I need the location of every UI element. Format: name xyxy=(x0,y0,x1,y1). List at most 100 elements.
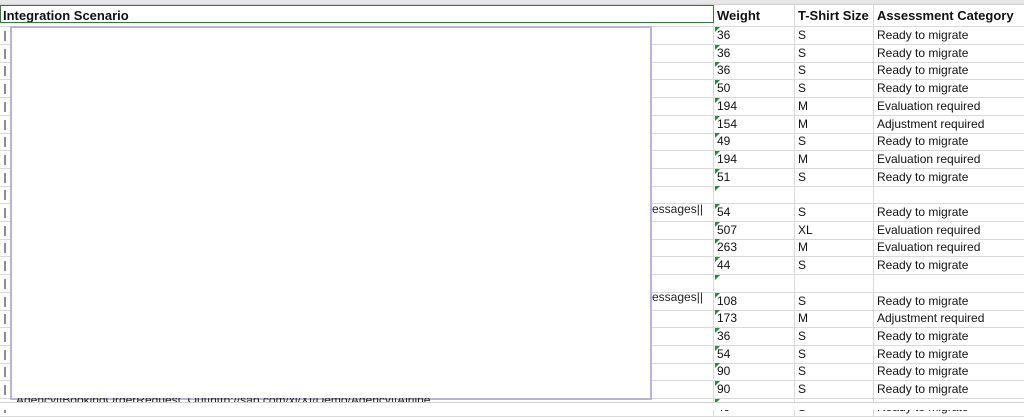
header-row: Integration Scenario Weight T-Shirt Size… xyxy=(0,5,1024,27)
tshirt-size-cell[interactable]: S xyxy=(795,133,874,150)
tshirt-size-cell[interactable]: S xyxy=(795,328,874,345)
spreadsheet[interactable]: Integration Scenario Weight T-Shirt Size… xyxy=(0,0,1024,417)
weight-cell[interactable]: 36 xyxy=(714,328,795,345)
assessment-category-cell[interactable]: Ready to migrate xyxy=(874,133,1024,150)
tshirt-size-cell[interactable]: S xyxy=(795,363,874,380)
header-integration-scenario[interactable]: Integration Scenario xyxy=(0,5,714,26)
tshirt-size-cell[interactable]: S xyxy=(795,62,874,79)
assessment-category-cell[interactable]: Evaluation required xyxy=(874,151,1024,168)
number-as-text-indicator xyxy=(715,116,720,121)
tshirt-size-cell[interactable] xyxy=(795,275,874,292)
weight-cell[interactable]: 263 xyxy=(714,239,795,256)
weight-cell[interactable]: 51 xyxy=(714,169,795,186)
number-as-text-indicator xyxy=(715,257,720,262)
number-as-text-indicator xyxy=(715,80,720,85)
assessment-category-cell[interactable]: Ready to migrate xyxy=(874,204,1024,221)
weight-cell[interactable]: 36 xyxy=(714,45,795,62)
tshirt-size-cell[interactable]: M xyxy=(795,151,874,168)
weight-cell[interactable]: 194 xyxy=(714,151,795,168)
assessment-category-cell[interactable]: Ready to migrate xyxy=(874,27,1024,44)
cell-edge-mark xyxy=(4,31,6,41)
tshirt-size-cell[interactable]: S xyxy=(795,293,874,310)
assessment-category-cell[interactable]: Evaluation required xyxy=(874,98,1024,115)
assessment-category-cell[interactable]: Ready to migrate xyxy=(874,257,1024,274)
assessment-category-cell[interactable]: Ready to migrate xyxy=(874,45,1024,62)
number-as-text-indicator xyxy=(715,169,720,174)
number-as-text-indicator xyxy=(715,98,720,103)
weight-cell[interactable]: 36 xyxy=(714,62,795,79)
scenario-fragment: essages|| xyxy=(652,202,703,216)
weight-cell[interactable]: 173 xyxy=(714,310,795,327)
tshirt-size-cell[interactable]: M xyxy=(795,98,874,115)
weight-cell[interactable]: 108 xyxy=(714,293,795,310)
cell-edge-mark xyxy=(4,49,6,59)
weight-cell[interactable]: 194 xyxy=(714,98,795,115)
tshirt-size-cell[interactable]: M xyxy=(795,116,874,133)
weight-cell[interactable]: 36 xyxy=(714,27,795,44)
assessment-category-cell[interactable]: Ready to migrate xyxy=(874,381,1024,398)
cell-edge-mark xyxy=(4,226,6,236)
weight-cell[interactable]: 90 xyxy=(714,363,795,380)
weight-cell[interactable] xyxy=(714,186,795,203)
assessment-category-cell[interactable]: Ready to migrate xyxy=(874,80,1024,97)
assessment-category-cell[interactable]: Adjustment required xyxy=(874,310,1024,327)
cell-edge-mark xyxy=(4,173,6,183)
header-assessment-category[interactable]: Assessment Category xyxy=(874,5,1024,26)
redaction-overlay xyxy=(10,26,652,400)
number-as-text-indicator xyxy=(715,62,720,67)
cell-edge-mark xyxy=(4,243,6,253)
number-as-text-indicator xyxy=(715,204,720,209)
tshirt-size-cell[interactable]: XL xyxy=(795,222,874,239)
tshirt-size-cell[interactable]: S xyxy=(795,204,874,221)
header-weight[interactable]: Weight xyxy=(714,5,795,26)
weight-cell[interactable]: 44 xyxy=(714,257,795,274)
assessment-category-cell[interactable]: Ready to migrate xyxy=(874,346,1024,363)
cell-edge-mark xyxy=(4,350,6,360)
tshirt-size-cell[interactable]: S xyxy=(795,381,874,398)
scenario-fragment: essages|| xyxy=(652,290,703,304)
weight-cell[interactable]: 49 xyxy=(714,133,795,150)
header-tshirt-size[interactable]: T-Shirt Size xyxy=(795,5,874,26)
assessment-category-cell[interactable]: Ready to migrate xyxy=(874,363,1024,380)
assessment-category-cell[interactable]: Ready to migrate xyxy=(874,293,1024,310)
cell-edge-mark xyxy=(4,102,6,112)
number-as-text-indicator xyxy=(715,133,720,138)
number-as-text-indicator xyxy=(715,186,720,191)
assessment-category-cell[interactable] xyxy=(874,186,1024,203)
weight-cell[interactable] xyxy=(714,275,795,292)
tshirt-size-cell[interactable]: S xyxy=(795,80,874,97)
tshirt-size-cell[interactable]: S xyxy=(795,257,874,274)
cell-edge-mark xyxy=(4,208,6,218)
assessment-category-cell[interactable]: Evaluation required xyxy=(874,222,1024,239)
assessment-category-cell[interactable]: Evaluation required xyxy=(874,239,1024,256)
tshirt-size-cell[interactable]: S xyxy=(795,45,874,62)
weight-cell[interactable]: 90 xyxy=(714,381,795,398)
weight-cell[interactable]: 507 xyxy=(714,222,795,239)
tshirt-size-cell[interactable] xyxy=(795,186,874,203)
tshirt-size-cell[interactable]: M xyxy=(795,239,874,256)
number-as-text-indicator xyxy=(715,27,720,32)
cell-edge-mark xyxy=(4,84,6,94)
number-as-text-indicator xyxy=(715,239,720,244)
assessment-category-cell[interactable]: Ready to migrate xyxy=(874,62,1024,79)
number-as-text-indicator xyxy=(715,310,720,315)
weight-cell[interactable]: 54 xyxy=(714,346,795,363)
assessment-category-cell[interactable]: Adjustment required xyxy=(874,116,1024,133)
cell-edge-mark xyxy=(4,190,6,200)
assessment-category-cell[interactable] xyxy=(874,275,1024,292)
number-as-text-indicator xyxy=(715,222,720,227)
assessment-category-cell[interactable]: Ready to migrate xyxy=(874,169,1024,186)
cell-edge-mark xyxy=(4,279,6,289)
assessment-category-cell[interactable]: Ready to migrate xyxy=(874,328,1024,345)
weight-cell[interactable]: 54 xyxy=(714,204,795,221)
weight-cell[interactable]: 154 xyxy=(714,116,795,133)
tshirt-size-cell[interactable]: S xyxy=(795,27,874,44)
weight-cell[interactable]: 50 xyxy=(714,80,795,97)
tshirt-size-cell[interactable]: S xyxy=(795,346,874,363)
tshirt-size-cell[interactable]: M xyxy=(795,310,874,327)
tshirt-size-cell[interactable]: S xyxy=(795,169,874,186)
number-as-text-indicator xyxy=(715,381,720,386)
number-as-text-indicator xyxy=(715,275,720,280)
cell-edge-mark xyxy=(4,66,6,76)
number-as-text-indicator xyxy=(715,346,720,351)
